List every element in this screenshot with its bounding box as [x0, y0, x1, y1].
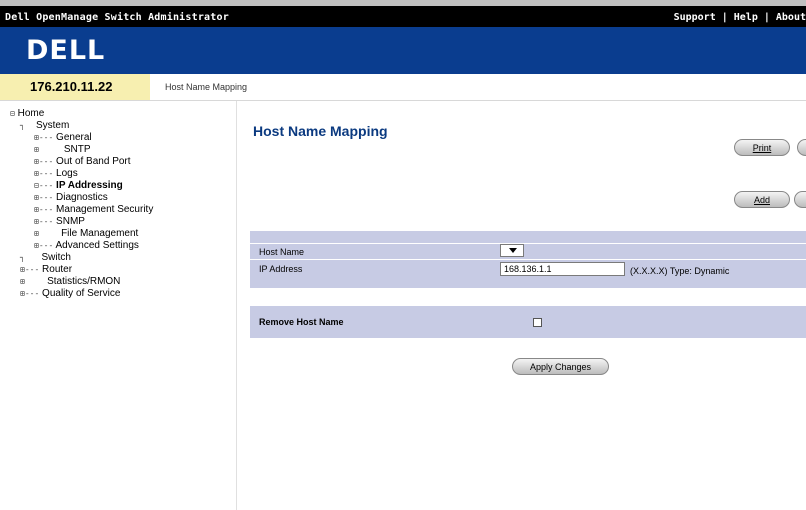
dell-logo: DELL [26, 35, 106, 66]
brand-band: DELL [0, 27, 806, 74]
print-button[interactable]: Print [734, 139, 790, 156]
remove-host-name-label: Remove Host Name [259, 317, 344, 327]
tree-item-quality-of-service[interactable]: ⊞--- Quality of Service [20, 288, 120, 299]
form-panel-header [250, 231, 806, 243]
device-ip-box: 176.210.11.22 [0, 74, 150, 100]
ip-address-input[interactable] [500, 262, 625, 276]
tree-item-diagnostics[interactable]: ⊞--- Diagnostics [34, 192, 108, 203]
row-divider [250, 243, 806, 244]
tree-item-logs[interactable]: ⊞--- Logs [34, 168, 78, 179]
ip-address-label: IP Address [259, 264, 303, 274]
main-content: Host Name Mapping Print Add Host Name IP… [237, 101, 806, 510]
show-all-button[interactable] [794, 191, 806, 208]
host-name-select[interactable] [500, 244, 524, 257]
tree-item-switch[interactable]: ┐ Switch [20, 252, 71, 263]
tree-item-router[interactable]: ⊞--- Router [20, 264, 72, 275]
about-link[interactable]: About [776, 12, 806, 23]
help-link[interactable]: Help [734, 12, 758, 23]
tree-item-ip-addressing[interactable]: ⊟--- IP Addressing [34, 180, 123, 191]
breadcrumb: Host Name Mapping [165, 82, 248, 92]
tree-item-home[interactable]: ⊟ Home [10, 108, 44, 119]
add-button[interactable]: Add [734, 191, 790, 208]
address-bar: 176.210.11.22 Host Name Mapping [0, 74, 806, 101]
row-divider [250, 259, 806, 260]
tree-item-general[interactable]: ⊞--- General [34, 132, 92, 143]
tree-item-sntp[interactable]: ⊞ SNTP [34, 144, 91, 155]
navigation-tree: ⊟ Home ┐ System ⊞--- General ⊞ SNTP ⊞---… [0, 101, 237, 510]
remove-host-name-checkbox[interactable] [533, 318, 542, 327]
tree-item-statistics-rmon[interactable]: ⊞ Statistics/RMON [20, 276, 120, 287]
page-title: Host Name Mapping [253, 123, 388, 139]
top-links: Support | Help | About [673, 12, 806, 23]
device-ip: 176.210.11.22 [30, 79, 113, 94]
refresh-button[interactable] [797, 139, 806, 156]
support-link[interactable]: Support [674, 12, 716, 23]
top-bar: Dell OpenManage Switch Administrator Sup… [0, 0, 806, 27]
chevron-down-icon [509, 248, 517, 253]
apply-changes-button[interactable]: Apply Changes [512, 358, 609, 375]
ip-address-hint: (X.X.X.X) Type: Dynamic [630, 266, 730, 276]
tree-item-snmp[interactable]: ⊞--- SNMP [34, 216, 85, 227]
tree-item-file-management[interactable]: ⊞ File Management [34, 228, 138, 239]
tree-item-advanced-settings[interactable]: ⊞--- Advanced Settings [34, 240, 139, 251]
app-title: Dell OpenManage Switch Administrator [5, 12, 229, 23]
host-name-label: Host Name [259, 247, 305, 257]
tree-item-system[interactable]: ┐ System [20, 120, 69, 131]
tree-item-management-security[interactable]: ⊞--- Management Security [34, 204, 153, 215]
tree-item-out-of-band-port[interactable]: ⊞--- Out of Band Port [34, 156, 131, 167]
